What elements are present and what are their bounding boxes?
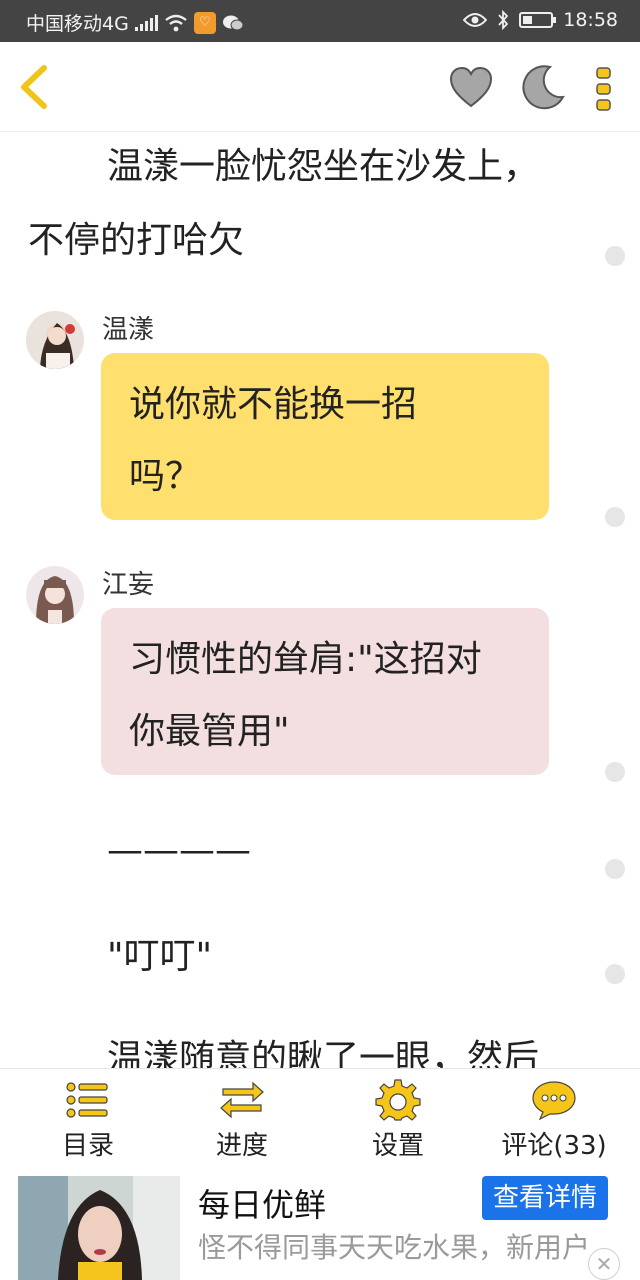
- moon-icon[interactable]: [520, 64, 566, 110]
- close-icon[interactable]: ✕: [588, 1248, 620, 1280]
- swap-arrows-icon: [220, 1081, 264, 1119]
- avatar: [26, 311, 84, 369]
- reader-app-bar: [0, 42, 640, 132]
- clock: 18:58: [563, 9, 618, 31]
- back-icon[interactable]: [16, 64, 52, 110]
- bubble-text-line: 吗？: [129, 456, 202, 497]
- toolbar-settings-label: 设置: [371, 1131, 424, 1161]
- wifi-icon: [165, 14, 187, 31]
- avatar: [26, 566, 84, 624]
- status-right: 18:58: [463, 9, 618, 31]
- bubble-text-line: 说你就不能换一招: [129, 384, 418, 425]
- paragraph-comment-dot[interactable]: [605, 507, 625, 527]
- toolbar-catalog[interactable]: 目录: [18, 1079, 158, 1162]
- speaker-name: 温漾: [102, 315, 155, 345]
- chat-bubble: 说你就不能换一招 吗？: [101, 353, 549, 520]
- paragraph-comment-dot[interactable]: [605, 859, 625, 879]
- reader-toolbar: 目录 进度 设置 评论(33): [0, 1068, 640, 1166]
- narration-line: 温漾一脸忧怨坐在沙发上，: [107, 146, 540, 187]
- toolbar-catalog-label: 目录: [61, 1131, 114, 1161]
- status-bar: 中国移动4G ♡ 18:58: [0, 0, 640, 42]
- heart-icon[interactable]: [448, 66, 494, 110]
- toolbar-progress-label: 进度: [215, 1131, 268, 1161]
- ad-banner[interactable]: 每日优鲜 查看详情 怪不得同事天天吃水果，新用户 ✕: [0, 1166, 640, 1280]
- signal-icon: [134, 14, 158, 31]
- more-icon[interactable]: [592, 66, 616, 112]
- chapter-content[interactable]: 温漾一脸忧怨坐在沙发上， 不停的打哈欠 温漾 说你就不能换一招 吗？ 江妄 习惯…: [0, 133, 640, 1068]
- comment-bubble-icon: [532, 1081, 576, 1121]
- narration-line: 不停的打哈欠: [28, 220, 245, 261]
- paragraph-comment-dot[interactable]: [605, 246, 625, 266]
- toolbar-comments[interactable]: 评论(33): [484, 1079, 624, 1162]
- narration-line: 温漾随意的瞅了一眼，然后: [107, 1038, 540, 1068]
- bluetooth-icon: [498, 10, 509, 30]
- list-icon: [66, 1082, 108, 1118]
- status-left: 中国移动4G ♡: [26, 9, 244, 36]
- speaker-name: 江妄: [102, 570, 155, 600]
- gear-icon: [375, 1079, 421, 1121]
- ad-image[interactable]: [18, 1176, 180, 1280]
- ad-title: 每日优鲜: [198, 1186, 327, 1224]
- chat-bubble: 习惯性的耸肩:"这招对 你最管用": [101, 608, 549, 775]
- eye-icon: [463, 13, 488, 27]
- toolbar-comments-label: 评论(33): [501, 1131, 607, 1161]
- bubble-text-line: 你最管用": [129, 711, 290, 752]
- toolbar-settings[interactable]: 设置: [328, 1079, 468, 1162]
- battery-icon: [519, 12, 557, 28]
- carrier-label: 中国移动4G: [26, 13, 129, 35]
- wechat-icon: [222, 15, 244, 30]
- paragraph-comment-dot[interactable]: [605, 762, 625, 782]
- paragraph-comment-dot[interactable]: [605, 964, 625, 984]
- narration-line: "叮叮": [107, 936, 213, 977]
- toolbar-progress[interactable]: 进度: [172, 1079, 312, 1162]
- app-badge-icon: ♡: [193, 11, 216, 34]
- scene-separator: ————: [107, 830, 251, 871]
- ad-details-button[interactable]: 查看详情: [482, 1176, 608, 1220]
- ad-description: 怪不得同事天天吃水果，新用户: [198, 1231, 591, 1264]
- bubble-text-line: 习惯性的耸肩:"这招对: [129, 639, 482, 680]
